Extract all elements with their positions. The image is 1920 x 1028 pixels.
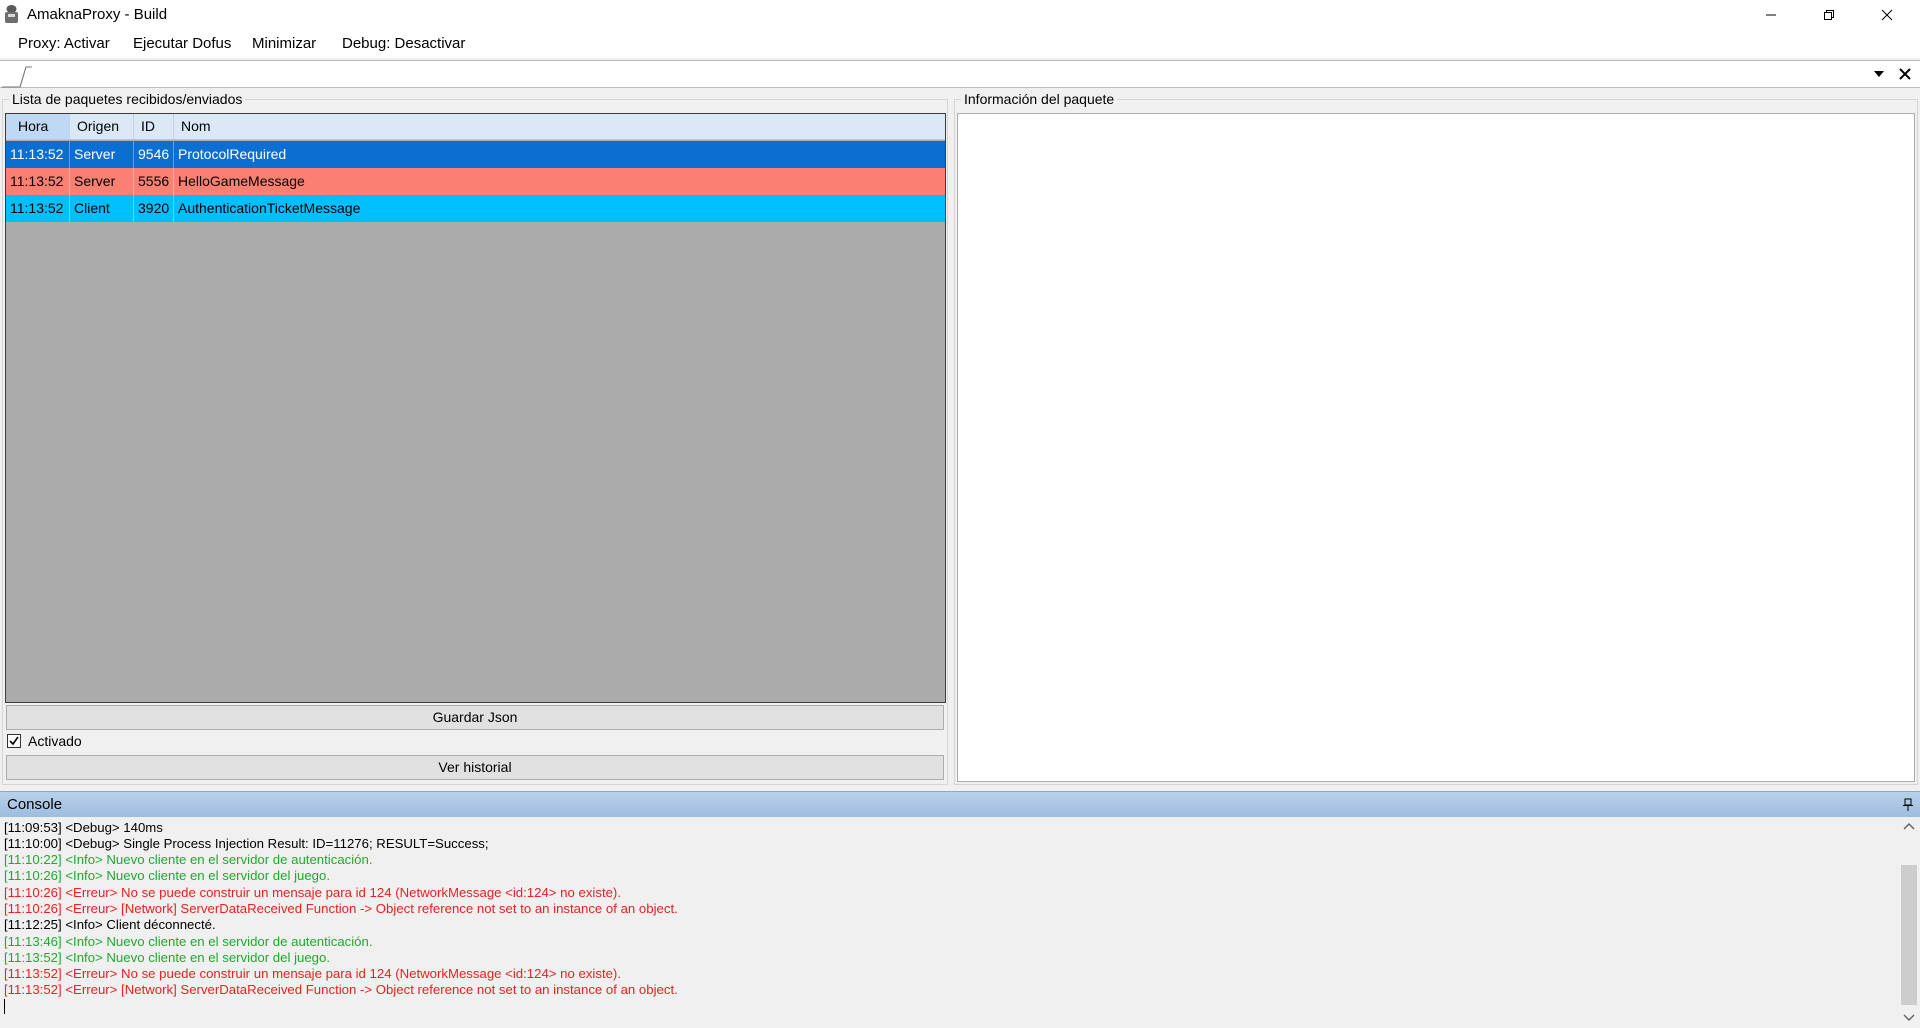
- scroll-thumb[interactable]: [1901, 865, 1917, 1005]
- column-nom[interactable]: Nom: [174, 114, 945, 139]
- cell-id: 3920: [134, 195, 174, 222]
- cell-origin: Client: [70, 195, 134, 222]
- tab-close-icon[interactable]: [1898, 67, 1912, 81]
- text-caret: [4, 999, 5, 1014]
- log-line: [11:12:25] <Info> Client déconnecté.: [4, 917, 216, 932]
- menu-bar: Proxy: Activar Ejecutar Dofus Minimizar …: [0, 29, 1920, 58]
- cell-name: ProtocolRequired: [178, 146, 287, 162]
- table-row[interactable]: 11:13:52 Server 5556 HelloGameMessage: [6, 168, 945, 195]
- log-line: [11:13:52] <Erreur> No se puede construi…: [4, 966, 621, 981]
- menu-minimizar[interactable]: Minimizar: [252, 35, 316, 52]
- console-log[interactable]: [11:09:53] <Debug> 140ms [11:10:00] <Deb…: [0, 817, 1898, 1028]
- document-tab-strip: [0, 60, 1920, 88]
- table-row[interactable]: 11:13:52 Client 3920 AuthenticationTicke…: [6, 195, 945, 222]
- close-button[interactable]: [1858, 0, 1916, 29]
- console-title: Console: [7, 796, 63, 813]
- cell-id: 5556: [134, 168, 174, 195]
- info-group-title: Información del paquete: [961, 91, 1118, 107]
- packet-list-header: Hora Origen ID Nom: [6, 114, 945, 140]
- console-header: Console: [0, 791, 1920, 817]
- pin-icon[interactable]: [1902, 798, 1914, 812]
- close-icon: [1881, 9, 1893, 20]
- column-hora[interactable]: Hora: [6, 114, 70, 139]
- checkmark-icon: [9, 736, 19, 746]
- cell-time: 11:13:52: [6, 141, 70, 168]
- log-line: [11:10:26] <Erreur> [Network] ServerData…: [4, 901, 678, 916]
- document-tab[interactable]: [2, 64, 32, 88]
- log-line: [11:10:26] <Erreur> No se puede construi…: [4, 885, 621, 900]
- cell-time: 11:13:52: [6, 195, 70, 222]
- restore-button[interactable]: [1800, 0, 1858, 29]
- cell-id: 9546: [134, 141, 174, 168]
- scroll-up-icon[interactable]: [1903, 821, 1915, 831]
- menu-proxy-activar[interactable]: Proxy: Activar: [18, 35, 110, 52]
- log-line: [11:10:00] <Debug> Single Process Inject…: [4, 836, 489, 851]
- restore-icon: [1824, 9, 1834, 20]
- minimize-icon: [1766, 14, 1776, 15]
- log-line: [11:10:26] <Info> Nuevo cliente en el se…: [4, 868, 330, 883]
- tab-dropdown-icon[interactable]: [1872, 69, 1886, 79]
- table-row[interactable]: 11:13:52 Server 9546 ProtocolRequired: [6, 141, 945, 168]
- column-id[interactable]: ID: [134, 114, 174, 139]
- save-json-button[interactable]: Guardar Json: [6, 705, 944, 730]
- title-bar: AmaknaProxy - Build: [0, 0, 1920, 29]
- cell-origin: Server: [70, 168, 134, 195]
- log-line: [11:10:22] <Info> Nuevo cliente en el se…: [4, 852, 373, 867]
- log-line: [11:09:53] <Debug> 140ms: [4, 820, 163, 835]
- menu-debug-desactivar[interactable]: Debug: Desactivar: [342, 35, 465, 52]
- packet-info-area[interactable]: [957, 113, 1915, 782]
- packets-group-title: Lista de paquetes recibidos/enviados: [9, 91, 246, 107]
- menu-ejecutar-dofus[interactable]: Ejecutar Dofus: [133, 35, 231, 52]
- console-scrollbar[interactable]: [1898, 817, 1920, 1028]
- log-line: [11:13:52] <Info> Nuevo cliente en el se…: [4, 950, 330, 965]
- app-icon: [5, 5, 18, 23]
- minimize-button[interactable]: [1742, 0, 1800, 29]
- activado-label: Activado: [28, 733, 82, 749]
- history-button[interactable]: Ver historial: [6, 755, 944, 780]
- activado-checkbox[interactable]: [7, 734, 21, 748]
- cell-time: 11:13:52: [6, 168, 70, 195]
- log-line: [11:13:46] <Info> Nuevo cliente en el se…: [4, 934, 373, 949]
- window-title: AmaknaProxy - Build: [27, 6, 168, 23]
- cell-name: AuthenticationTicketMessage: [178, 200, 361, 216]
- log-line: [11:13:52] <Erreur> [Network] ServerData…: [4, 982, 678, 997]
- cell-origin: Server: [70, 141, 134, 168]
- scroll-down-icon[interactable]: [1903, 1013, 1915, 1023]
- packet-list[interactable]: Hora Origen ID Nom 11:13:52 Server 9546 …: [5, 113, 946, 703]
- cell-name: HelloGameMessage: [178, 173, 305, 189]
- column-origen[interactable]: Origen: [70, 114, 134, 139]
